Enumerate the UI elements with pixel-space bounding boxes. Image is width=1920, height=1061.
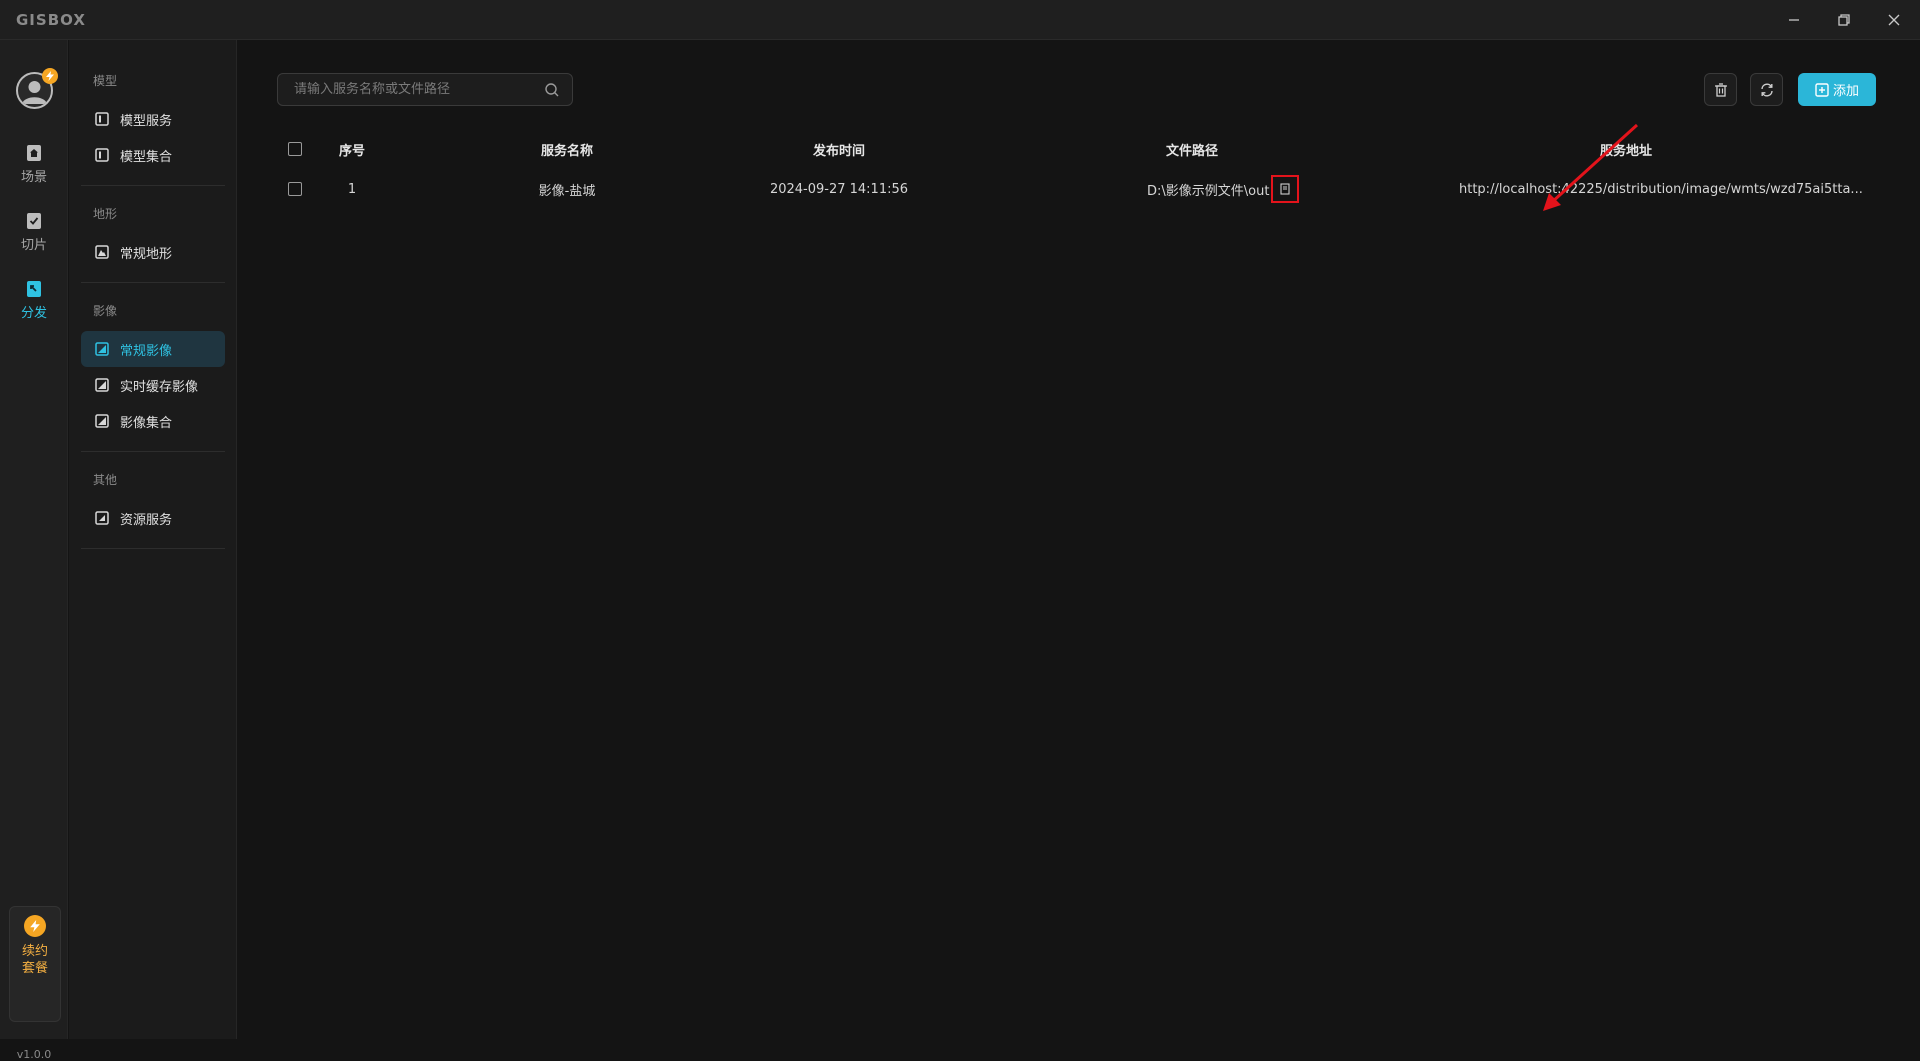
divider [81,185,225,186]
divider [81,282,225,283]
imagery-collection-icon [95,414,109,428]
subnav-item-label: 资源服务 [120,512,173,528]
subnav-item-label: 模型集合 [120,149,173,165]
subnav-item-imagery-collection[interactable]: 影像集合 [81,403,225,439]
open-folder-button[interactable] [1271,175,1300,203]
subnav-item-model-collection[interactable]: 模型集合 [81,137,225,173]
row-index: 1 [347,181,357,197]
row-url: http://localhost:42225/distribution/imag… [1459,181,1863,197]
row-path-cell: D:\影像示例文件\out [1147,169,1307,209]
divider [81,548,225,549]
nav-slice[interactable]: 切片 [0,208,68,264]
subnav-item-label: 常规地形 [120,246,173,262]
renew-plan-label: 续约 套餐 [22,943,48,977]
header-name: 服务名称 [540,143,593,159]
subnav-item-resource-service[interactable]: 资源服务 [81,500,225,536]
vip-badge-icon [42,68,58,84]
header-time: 发布时间 [812,143,865,159]
resource-icon [95,511,109,525]
nav-distribute-label: 分发 [20,306,47,321]
row-path: D:\影像示例文件\out [1147,183,1270,199]
minimize-icon [1789,19,1799,21]
nav-slice-label: 切片 [20,238,47,253]
terrain-icon [95,245,109,259]
slice-icon [27,213,41,229]
search-icon[interactable] [544,82,560,98]
realtime-imagery-icon [95,378,109,392]
renew-line1: 续约 [21,944,48,959]
subnav-item-imagery[interactable]: 常规影像 [81,331,225,367]
add-button-label: 添加 [1832,84,1859,99]
close-button[interactable] [1876,8,1912,32]
annotation-arrow [1543,123,1639,211]
add-button[interactable]: 添加 [1798,73,1876,106]
search-box [277,73,573,106]
imagery-icon [95,342,109,356]
renew-line2: 套餐 [21,961,48,976]
header-index: 序号 [338,143,365,159]
nav-scene-label: 场景 [20,170,47,185]
subnav-item-label: 模型服务 [120,113,173,129]
row-url-cell: http://localhost:42225/distribution/imag… [1459,169,1879,209]
select-all-cell [288,129,308,169]
group-title-imagery: 影像 [93,304,118,318]
subnav-item-label: 实时缓存影像 [120,379,199,395]
model-collection-icon [95,148,109,162]
nav-scene[interactable]: 场景 [0,140,68,196]
row-select-cell [288,169,308,209]
renew-plan-button[interactable]: 续约 套餐 [9,906,61,1022]
subnav-item-realtime-cache-imagery[interactable]: 实时缓存影像 [81,367,225,403]
refresh-icon [1760,83,1773,96]
subnav-item-label: 影像集合 [120,415,173,431]
delete-button[interactable] [1704,73,1737,106]
add-icon [1815,82,1829,97]
group-title-other: 其他 [93,473,118,487]
close-icon [1888,14,1900,26]
row-time: 2024-09-27 14:11:56 [769,181,909,197]
divider [81,451,225,452]
group-title-model: 模型 [93,74,118,88]
version-label: v1.0.0 [16,1048,52,1061]
row-checkbox[interactable] [288,182,302,196]
title-bar: GISBOX [0,0,1920,40]
search-input[interactable] [294,82,544,97]
main-content: 添加 序号 服务名称 发布时间 文件路径 服务地址 1 影像-盐城 2024-0… [237,40,1920,1039]
left-navbar: 场景 切片 分发 续约 套餐 v1.0.0 [0,40,68,1061]
model-service-icon [95,112,109,126]
restore-button[interactable] [1826,8,1862,32]
distribute-icon [27,281,41,297]
home-icon [27,145,41,161]
header-path: 文件路径 [1165,143,1218,159]
subnav-item-terrain[interactable]: 常规地形 [81,234,225,270]
sub-navbar: 模型 模型服务 模型集合 地形 常规地形 影像 常规影像 实时缓存影像 影像集合… [69,40,237,1039]
lightning-icon [24,915,46,937]
select-all-checkbox[interactable] [288,142,302,156]
restore-icon [1838,14,1850,26]
nav-distribute[interactable]: 分发 [0,276,68,332]
subnav-item-model-service[interactable]: 模型服务 [81,101,225,137]
subnav-item-label: 常规影像 [120,343,173,359]
row-name: 影像-盐城 [538,183,596,199]
app-logo: GISBOX [16,11,86,29]
minimize-button[interactable] [1776,8,1812,32]
file-icon [1280,183,1291,195]
group-title-terrain: 地形 [93,207,118,221]
refresh-button[interactable] [1750,73,1783,106]
trash-icon [1714,82,1727,97]
